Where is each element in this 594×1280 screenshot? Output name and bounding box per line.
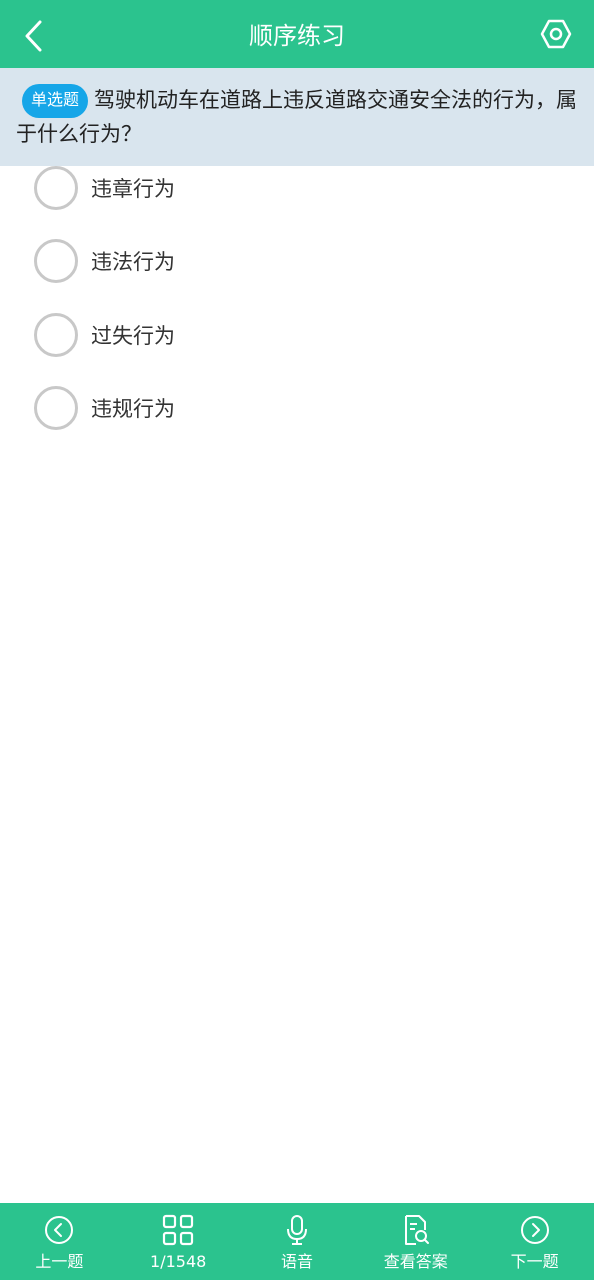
prev-question-label: 上一题: [35, 1252, 84, 1271]
grid-icon: [162, 1214, 194, 1246]
hexagon-settings-icon: [540, 19, 572, 49]
voice-label: 语音: [280, 1252, 313, 1271]
next-question-button[interactable]: 下一题: [475, 1203, 594, 1280]
option-a[interactable]: 违章行为: [0, 165, 594, 240]
circle-chevron-right-icon: [520, 1214, 550, 1246]
option-c[interactable]: 过失行为: [0, 312, 594, 387]
radio-circle[interactable]: [34, 312, 78, 357]
radio-circle[interactable]: [34, 239, 78, 284]
answer-options: 违章行为 违法行为 过失行为 违规行为: [0, 165, 594, 461]
microphone-icon: [285, 1214, 309, 1246]
option-d[interactable]: 违规行为: [0, 386, 594, 461]
page-title: 顺序练习: [249, 22, 345, 50]
radio-circle[interactable]: [34, 386, 78, 431]
option-label: 违规行为: [91, 397, 175, 422]
radio-circle[interactable]: [34, 165, 78, 210]
view-answer-label: 查看答案: [383, 1252, 448, 1271]
option-label: 违法行为: [91, 250, 175, 275]
option-label: 违章行为: [91, 176, 175, 201]
question-type-badge: 单选题: [22, 84, 89, 118]
view-answer-button[interactable]: 查看答案: [356, 1203, 475, 1280]
settings-button[interactable]: [536, 14, 576, 54]
voice-button[interactable]: 语音: [238, 1203, 357, 1280]
question-text: 驾驶机动车在道路上违反道路交通安全法的行为，属于什么行为？: [16, 88, 578, 146]
option-label: 过失行为: [91, 323, 175, 348]
prev-question-button[interactable]: 上一题: [0, 1203, 119, 1280]
question-index-button[interactable]: 1/1548: [119, 1203, 238, 1280]
header-bar: 顺序练习: [0, 0, 594, 68]
circle-chevron-left-icon: [44, 1214, 74, 1246]
question-panel: 单选题 驾驶机动车在道路上违反道路交通安全法的行为，属于什么行为？: [0, 68, 594, 166]
document-search-icon: [402, 1214, 430, 1246]
question-progress-label: 1/1548: [150, 1252, 207, 1271]
next-question-label: 下一题: [510, 1252, 559, 1271]
bottom-toolbar: 上一题 1/1548 语音 查看答案 下一题: [0, 1203, 594, 1280]
option-b[interactable]: 违法行为: [0, 239, 594, 314]
